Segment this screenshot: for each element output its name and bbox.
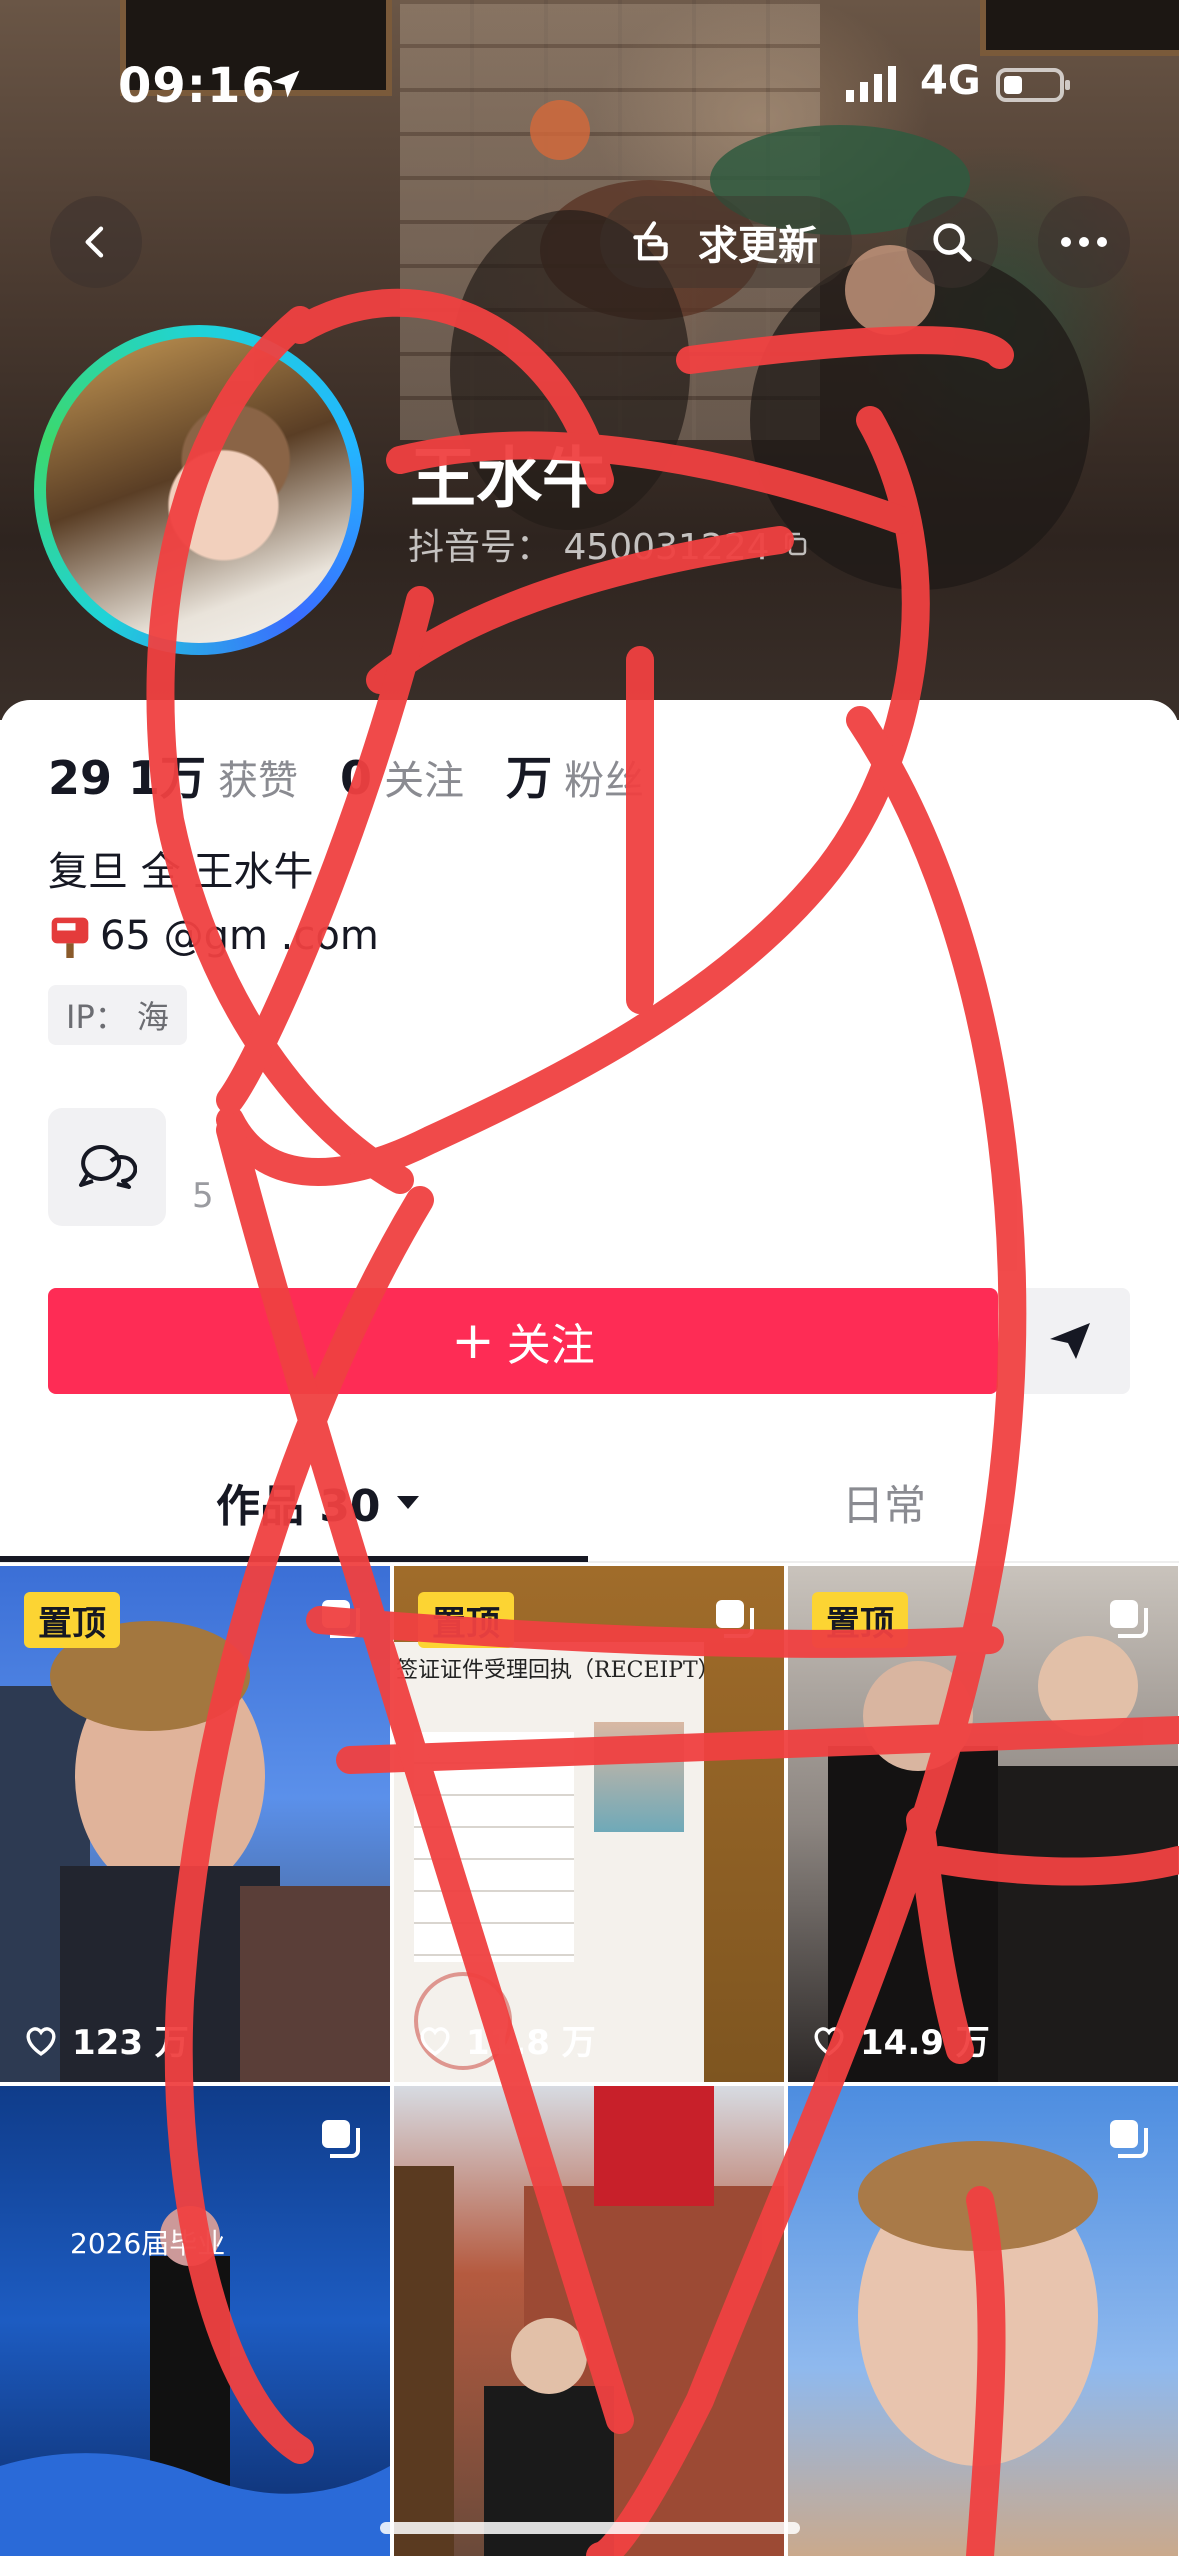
tile-likes: 123 万 — [22, 2015, 189, 2064]
tab-works-label: 作品 30 — [216, 1481, 381, 1532]
pointing-hand-icon — [633, 221, 668, 261]
profile-stats: 29 1万 获赞 0 关注 万 粉丝 — [48, 742, 674, 808]
network-type: 4G — [920, 58, 981, 104]
search-icon — [933, 223, 972, 262]
video-tile[interactable] — [788, 2086, 1178, 2556]
request-update-label: 求更新 — [698, 223, 818, 269]
following-count[interactable]: 0 — [340, 751, 372, 805]
signal-icon — [846, 66, 896, 102]
pinned-badge: 置顶 — [418, 1592, 514, 1648]
douyin-id-text: 抖音号： 450031224 — [408, 527, 770, 568]
back-button[interactable] — [50, 196, 142, 288]
heart-icon — [420, 2026, 450, 2056]
send-icon — [1050, 1323, 1090, 1359]
video-tile[interactable]: 签证证件受理回执（RECEIPT） 置顶 11.8 万 — [394, 1566, 784, 2082]
follow-button[interactable]: + 关注 — [48, 1288, 998, 1394]
location-arrow-icon — [272, 70, 300, 98]
profile-name: 王水牛 — [410, 440, 608, 517]
battery-icon — [996, 68, 1070, 102]
banner-text: 2026届毕业 — [70, 2227, 226, 2260]
receipt-title: 签证证件受理回执（RECEIPT） — [396, 1658, 720, 1683]
chevron-left-icon — [85, 226, 104, 258]
receipt-table — [414, 1732, 574, 1962]
bio-line-2: 65 @gm .com — [48, 904, 379, 968]
fan-group-button[interactable] — [48, 1108, 166, 1226]
share-button[interactable] — [1010, 1288, 1130, 1394]
more-button[interactable] — [1038, 196, 1130, 288]
more-dots-icon — [1061, 237, 1107, 247]
video-tile[interactable]: 置顶 14.9 万 — [788, 1566, 1178, 2082]
likes-count: 123 万 — [72, 2023, 189, 2063]
window — [980, 0, 1179, 56]
avatar[interactable] — [46, 337, 352, 643]
search-button[interactable] — [906, 196, 998, 288]
video-tile[interactable]: 2026届毕业 — [0, 2086, 390, 2556]
multi-image-icon — [322, 2120, 360, 2158]
pinned-badge: 置顶 — [812, 1592, 908, 1648]
likes-count: 29 1万 — [48, 751, 207, 805]
followers-count[interactable]: 万 — [506, 742, 552, 808]
fan-group-subtext: 5 — [192, 1176, 214, 1216]
multi-image-icon — [716, 1600, 754, 1638]
tab-works[interactable]: 作品 30 — [216, 1470, 421, 1534]
tab-daily[interactable]: 日常 — [842, 1472, 926, 1533]
likes-label: 获赞 — [218, 758, 299, 804]
pinned-badge: 置顶 — [24, 1592, 120, 1648]
heart-icon — [26, 2026, 56, 2056]
multi-image-icon — [322, 1600, 360, 1638]
bio-email: 65 @gm .com — [100, 913, 379, 959]
tab-active-indicator — [0, 1556, 588, 1562]
profile-bio: 复旦 全 王水牛 65 @gm .com — [48, 840, 379, 968]
following-label[interactable]: 关注 — [384, 748, 464, 806]
receipt-photo — [594, 1722, 684, 1832]
caret-down-icon — [396, 1496, 419, 1509]
copy-icon[interactable] — [780, 529, 810, 559]
request-update-button[interactable]: 求更新 — [600, 196, 852, 288]
douyin-id: 抖音号： 450031224 — [408, 518, 810, 570]
heart-icon — [814, 2026, 844, 2056]
ip-location-tag: IP： 海 — [48, 985, 187, 1045]
tile-thumbnail — [394, 2086, 784, 2556]
follow-label: 关注 — [506, 1320, 595, 1371]
bio-line-1: 复旦 全 王水牛 — [48, 849, 314, 895]
mailbox-icon — [51, 917, 89, 958]
home-indicator — [380, 2522, 800, 2534]
video-tile[interactable]: 置顶 123 万 — [0, 1566, 390, 2082]
multi-image-icon — [1110, 2120, 1148, 2158]
followers-label[interactable]: 粉丝 — [564, 748, 644, 806]
tile-likes: 11.8 万 — [416, 2015, 596, 2064]
chat-bubbles-icon — [79, 1145, 137, 1189]
likes-count: 11.8 万 — [466, 2023, 596, 2063]
tile-likes: 14.9 万 — [810, 2015, 990, 2064]
video-tile[interactable] — [394, 2086, 784, 2556]
status-time: 09:16 — [118, 58, 276, 114]
plus-icon: + — [451, 1311, 495, 1371]
multi-image-icon — [1110, 1600, 1148, 1638]
likes-count: 14.9 万 — [860, 2023, 990, 2063]
